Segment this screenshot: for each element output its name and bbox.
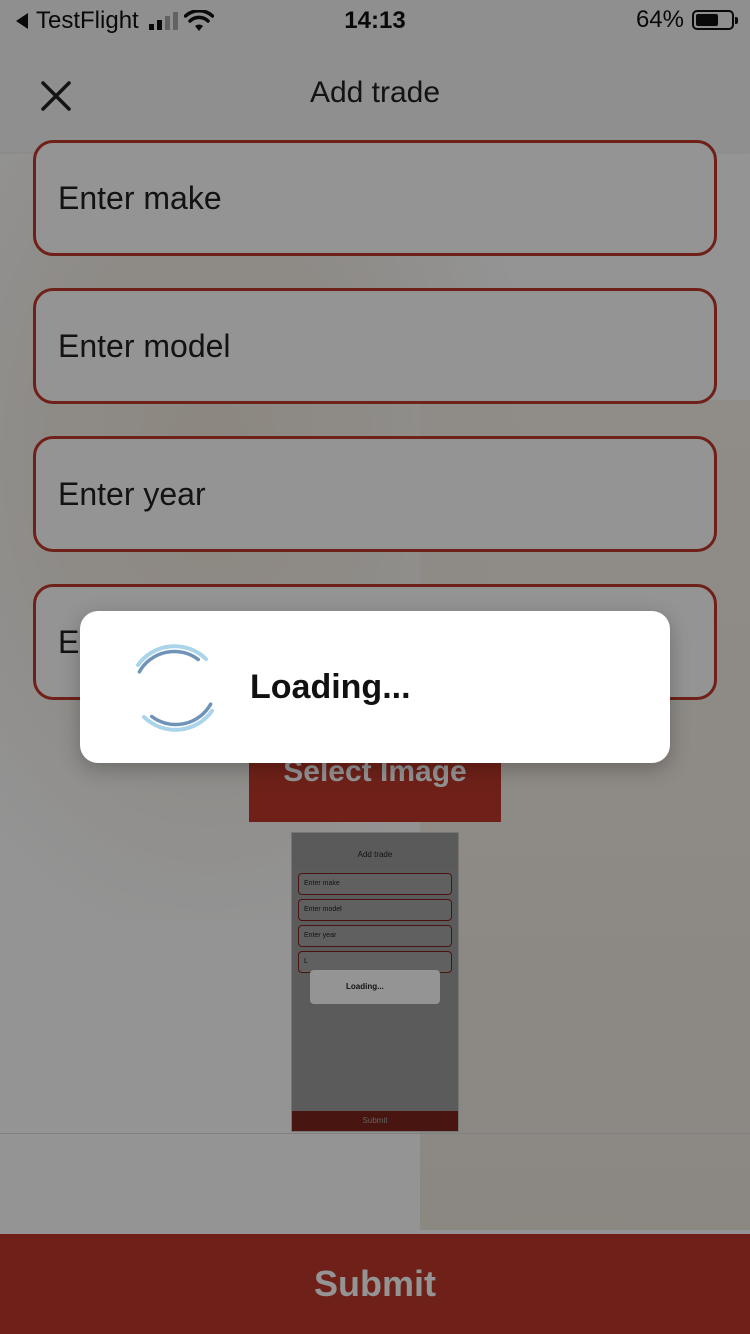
loading-spinner-icon — [136, 644, 214, 732]
loading-dialog: Loading... — [80, 611, 670, 763]
loading-text: Loading... — [250, 667, 411, 706]
